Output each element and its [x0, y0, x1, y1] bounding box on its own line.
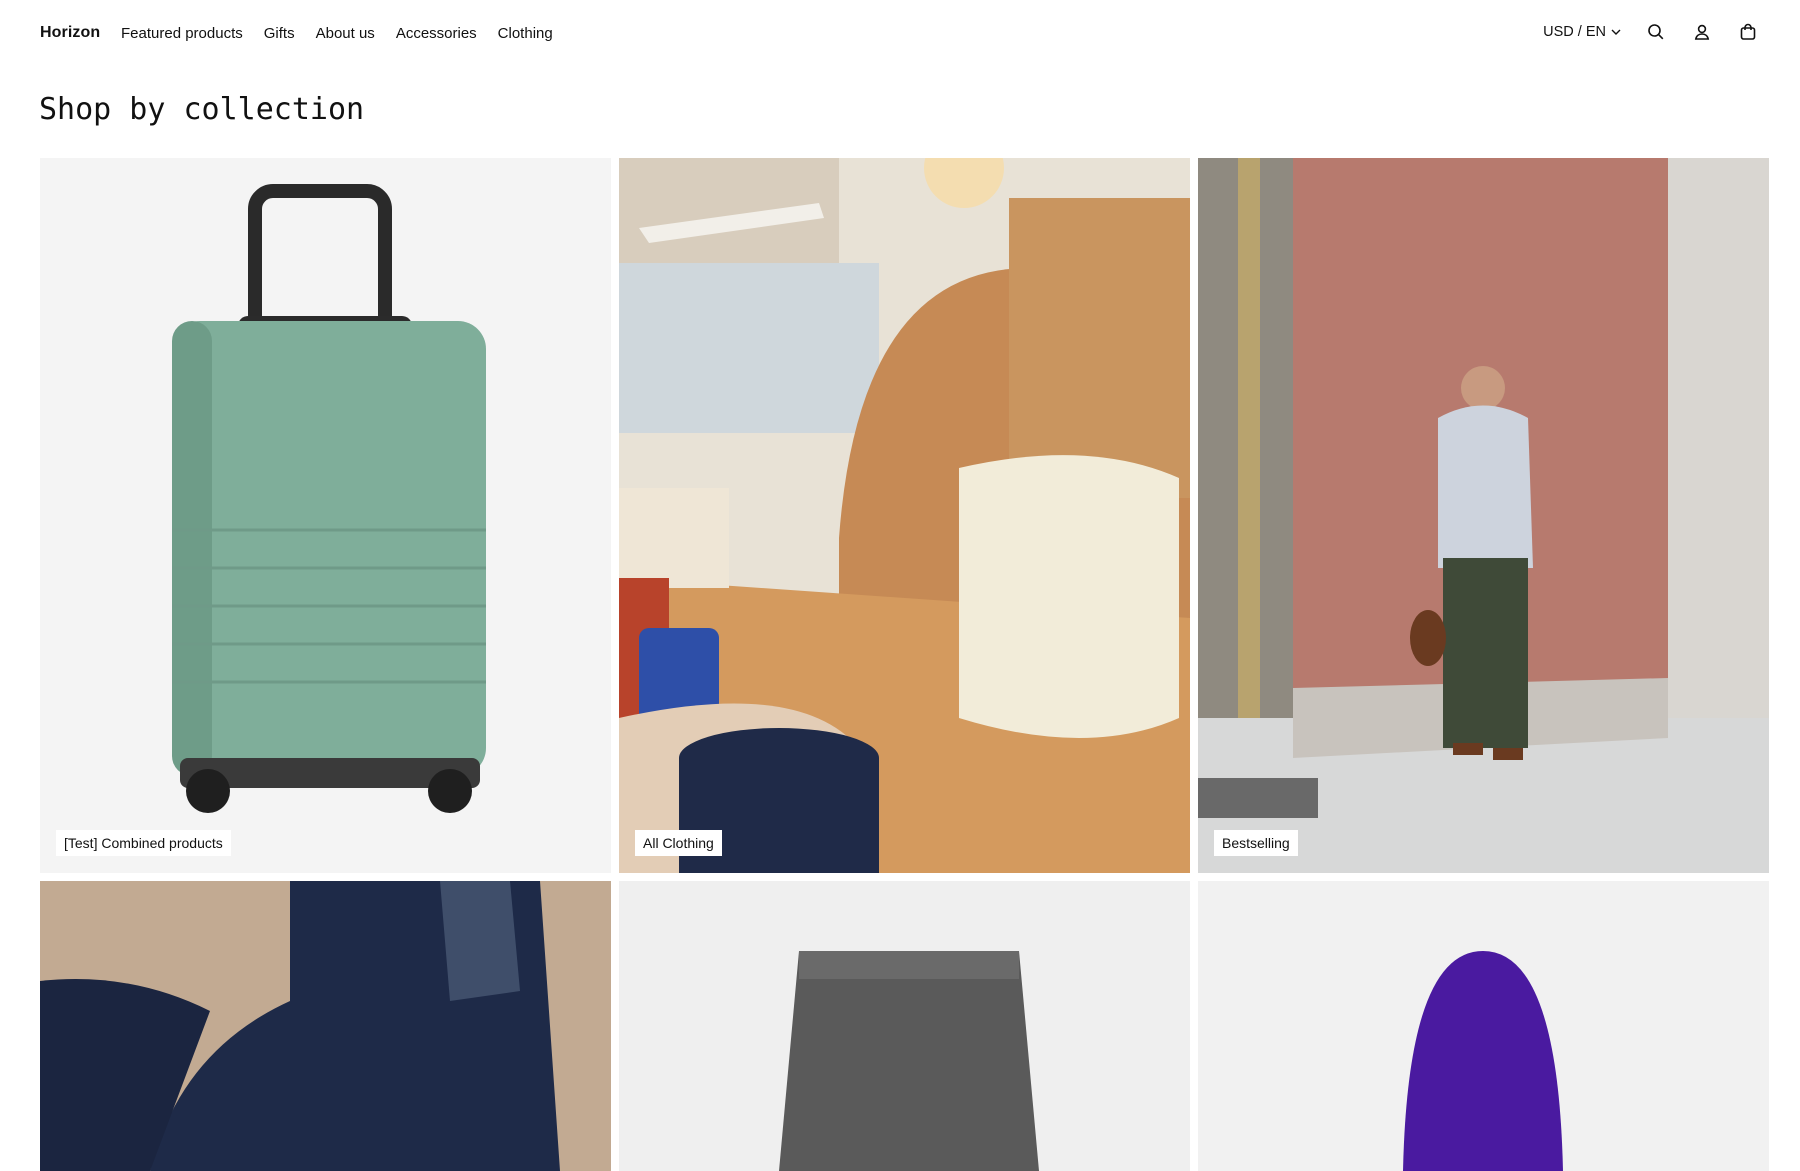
purple-beanie-image	[1198, 881, 1769, 1171]
man-against-wall-image	[1198, 158, 1769, 873]
nav-clothing[interactable]: Clothing	[498, 25, 553, 42]
collection-card[interactable]	[40, 881, 611, 1171]
person-in-navy-shirt-image	[40, 881, 611, 1171]
search-button[interactable]	[1644, 20, 1668, 44]
grey-shorts-image	[619, 881, 1190, 1171]
nav-about-us[interactable]: About us	[316, 25, 375, 42]
store-interior-image	[619, 158, 1190, 873]
account-button[interactable]	[1690, 20, 1714, 44]
nav-featured-products[interactable]: Featured products	[121, 25, 243, 42]
collection-card[interactable]: All Clothing	[619, 158, 1190, 873]
search-icon	[1648, 24, 1664, 40]
account-icon	[1694, 24, 1710, 40]
collection-card[interactable]: Bestselling	[1198, 158, 1769, 873]
chevron-down-icon	[1611, 29, 1621, 35]
nav-accessories[interactable]: Accessories	[396, 25, 477, 42]
page-title: Shop by collection	[39, 92, 365, 127]
suitcase-image	[40, 158, 611, 873]
site-header: Horizon Featured products Gifts About us…	[0, 0, 1800, 68]
main-nav: Featured products Gifts About us Accesso…	[121, 25, 553, 42]
header-actions: USD / EN	[1543, 20, 1760, 44]
cart-icon	[1740, 23, 1756, 40]
collection-label: [Test] Combined products	[56, 830, 231, 856]
collection-label: All Clothing	[635, 830, 722, 856]
collection-card[interactable]: [Test] Combined products	[40, 158, 611, 873]
collection-card[interactable]	[1198, 881, 1769, 1171]
cart-button[interactable]	[1736, 20, 1760, 44]
collection-card[interactable]	[619, 881, 1190, 1171]
collection-label: Bestselling	[1214, 830, 1298, 856]
nav-gifts[interactable]: Gifts	[264, 25, 295, 42]
locale-label: USD / EN	[1543, 24, 1606, 40]
brand-logo[interactable]: Horizon	[40, 24, 100, 42]
collection-grid: [Test] Combined products All Clothing Be…	[40, 158, 1769, 1171]
locale-selector[interactable]: USD / EN	[1543, 24, 1622, 40]
